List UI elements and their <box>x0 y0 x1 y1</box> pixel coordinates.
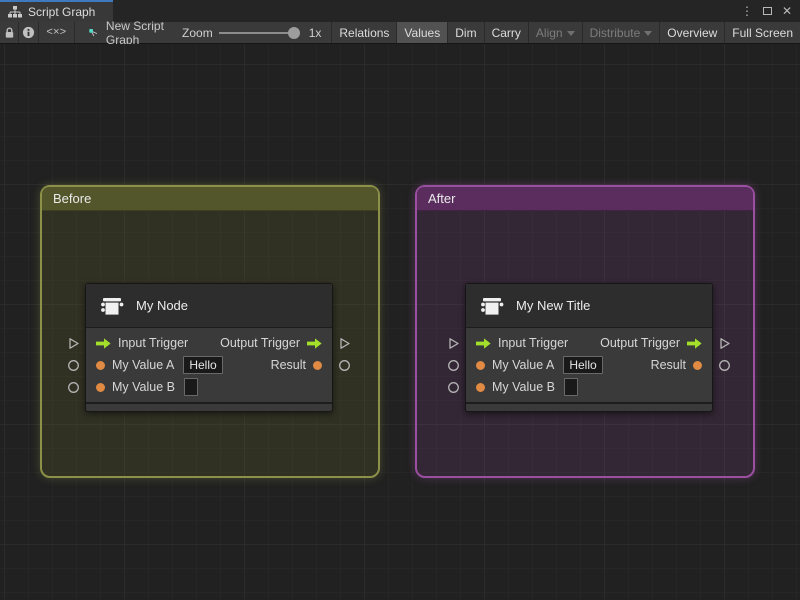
code-preview-button[interactable]: <×> <box>38 22 74 43</box>
flow-input-port[interactable] <box>67 337 80 350</box>
input-trigger-port[interactable]: Input Trigger <box>96 336 188 350</box>
port-row: Input Trigger Output Trigger <box>86 332 332 354</box>
graph-canvas[interactable]: Before After My Node Input Trigger Outpu… <box>0 44 800 600</box>
values-button[interactable]: Values <box>396 22 448 43</box>
value-b-port[interactable]: My Value B <box>476 378 578 396</box>
value-port-icon <box>313 360 322 370</box>
dim-button[interactable]: Dim <box>447 22 483 43</box>
zoom-control: Zoom 1x <box>182 22 321 43</box>
value-input-port[interactable] <box>447 381 460 394</box>
value-b-input[interactable] <box>564 378 578 396</box>
value-input-port[interactable] <box>447 359 460 372</box>
lock-icon <box>5 27 13 38</box>
group-label: After <box>428 191 456 206</box>
flow-output-port[interactable] <box>338 337 351 350</box>
result-port[interactable]: Result <box>651 358 702 372</box>
graph-toolbar: <×> New Script Graph Zoom 1x Relations V… <box>0 19 800 47</box>
unit-icon <box>481 297 504 315</box>
zoom-slider-handle[interactable] <box>287 26 300 39</box>
port-row: My Value B <box>86 376 332 398</box>
close-icon[interactable]: ✕ <box>782 5 792 17</box>
node-title: My Node <box>136 298 189 313</box>
toolbar-buttons: Relations Values Dim Carry Align Distrib… <box>331 22 800 43</box>
lock-button[interactable] <box>0 22 18 43</box>
value-a-port[interactable]: My Value A Hello <box>476 356 603 374</box>
maximize-icon[interactable] <box>762 7 772 15</box>
relations-button[interactable]: Relations <box>331 22 396 43</box>
info-icon <box>22 26 34 39</box>
window-controls: ⋮ ✕ <box>741 0 800 22</box>
input-trigger-port[interactable]: Input Trigger <box>476 336 568 350</box>
group-label: Before <box>53 191 92 206</box>
flow-arrow-icon <box>476 337 491 349</box>
port-row: My Value B <box>466 376 712 398</box>
unit-icon <box>101 297 124 315</box>
value-a-input[interactable]: Hello <box>563 356 603 374</box>
value-port-icon <box>476 360 485 370</box>
output-trigger-port[interactable]: Output Trigger <box>220 336 322 350</box>
node-header[interactable]: My Node <box>86 284 332 328</box>
chevron-down-icon <box>644 30 653 36</box>
flow-input-port[interactable] <box>447 337 460 350</box>
fullscreen-button[interactable]: Full Screen <box>724 22 800 43</box>
value-b-port[interactable]: My Value B <box>96 378 198 396</box>
group-before-header[interactable]: Before <box>42 187 378 211</box>
group-after-header[interactable]: After <box>417 187 753 211</box>
align-dropdown[interactable]: Align <box>527 22 582 43</box>
node-footer <box>466 402 712 411</box>
zoom-value: 1x <box>308 25 322 40</box>
value-output-port[interactable] <box>338 359 351 372</box>
chevron-down-icon <box>566 30 575 36</box>
port-row: Input Trigger Output Trigger <box>466 332 712 354</box>
menu-icon[interactable]: ⋮ <box>741 5 753 17</box>
value-output-port[interactable] <box>718 359 731 372</box>
info-button[interactable] <box>19 22 37 43</box>
overview-button[interactable]: Overview <box>659 22 724 43</box>
flow-arrow-icon <box>307 337 322 349</box>
graph-identity: New Script Graph <box>89 19 164 47</box>
value-input-port[interactable] <box>67 381 80 394</box>
value-port-icon <box>476 382 485 392</box>
node-body: Input Trigger Output Trigger My Value A … <box>86 328 332 402</box>
result-port[interactable]: Result <box>271 358 322 372</box>
carry-button[interactable]: Carry <box>483 22 528 43</box>
node-header[interactable]: My New Title <box>466 284 712 328</box>
node-footer <box>86 402 332 411</box>
zoom-slider[interactable] <box>218 26 300 39</box>
flow-arrow-icon <box>687 337 702 349</box>
value-a-input[interactable]: Hello <box>183 356 223 374</box>
tab-title: Script Graph <box>28 5 96 19</box>
value-input-port[interactable] <box>67 359 80 372</box>
value-port-icon <box>96 382 105 392</box>
flow-arrow-icon <box>96 337 111 349</box>
value-port-icon <box>693 360 702 370</box>
tab-script-graph[interactable]: Script Graph <box>0 0 113 22</box>
port-row: My Value A Hello Result <box>466 354 712 376</box>
toolbar-separator <box>74 22 76 43</box>
value-a-port[interactable]: My Value A Hello <box>96 356 223 374</box>
zoom-label: Zoom <box>182 25 213 40</box>
value-port-icon <box>96 360 105 370</box>
value-b-input[interactable] <box>184 378 198 396</box>
port-row: My Value A Hello Result <box>86 354 332 376</box>
node-body: Input Trigger Output Trigger My Value A … <box>466 328 712 402</box>
graph-tree-icon <box>8 6 22 18</box>
distribute-dropdown[interactable]: Distribute <box>581 22 660 43</box>
node-my-new-title[interactable]: My New Title Input Trigger Output Trigge… <box>448 283 730 412</box>
graph-name-label: New Script Graph <box>105 18 164 47</box>
flow-output-port[interactable] <box>718 337 731 350</box>
output-trigger-port[interactable]: Output Trigger <box>600 336 702 350</box>
node-my-node[interactable]: My Node Input Trigger Output Trigger My … <box>68 283 350 412</box>
script-graph-icon <box>89 28 98 36</box>
node-title: My New Title <box>516 298 591 313</box>
